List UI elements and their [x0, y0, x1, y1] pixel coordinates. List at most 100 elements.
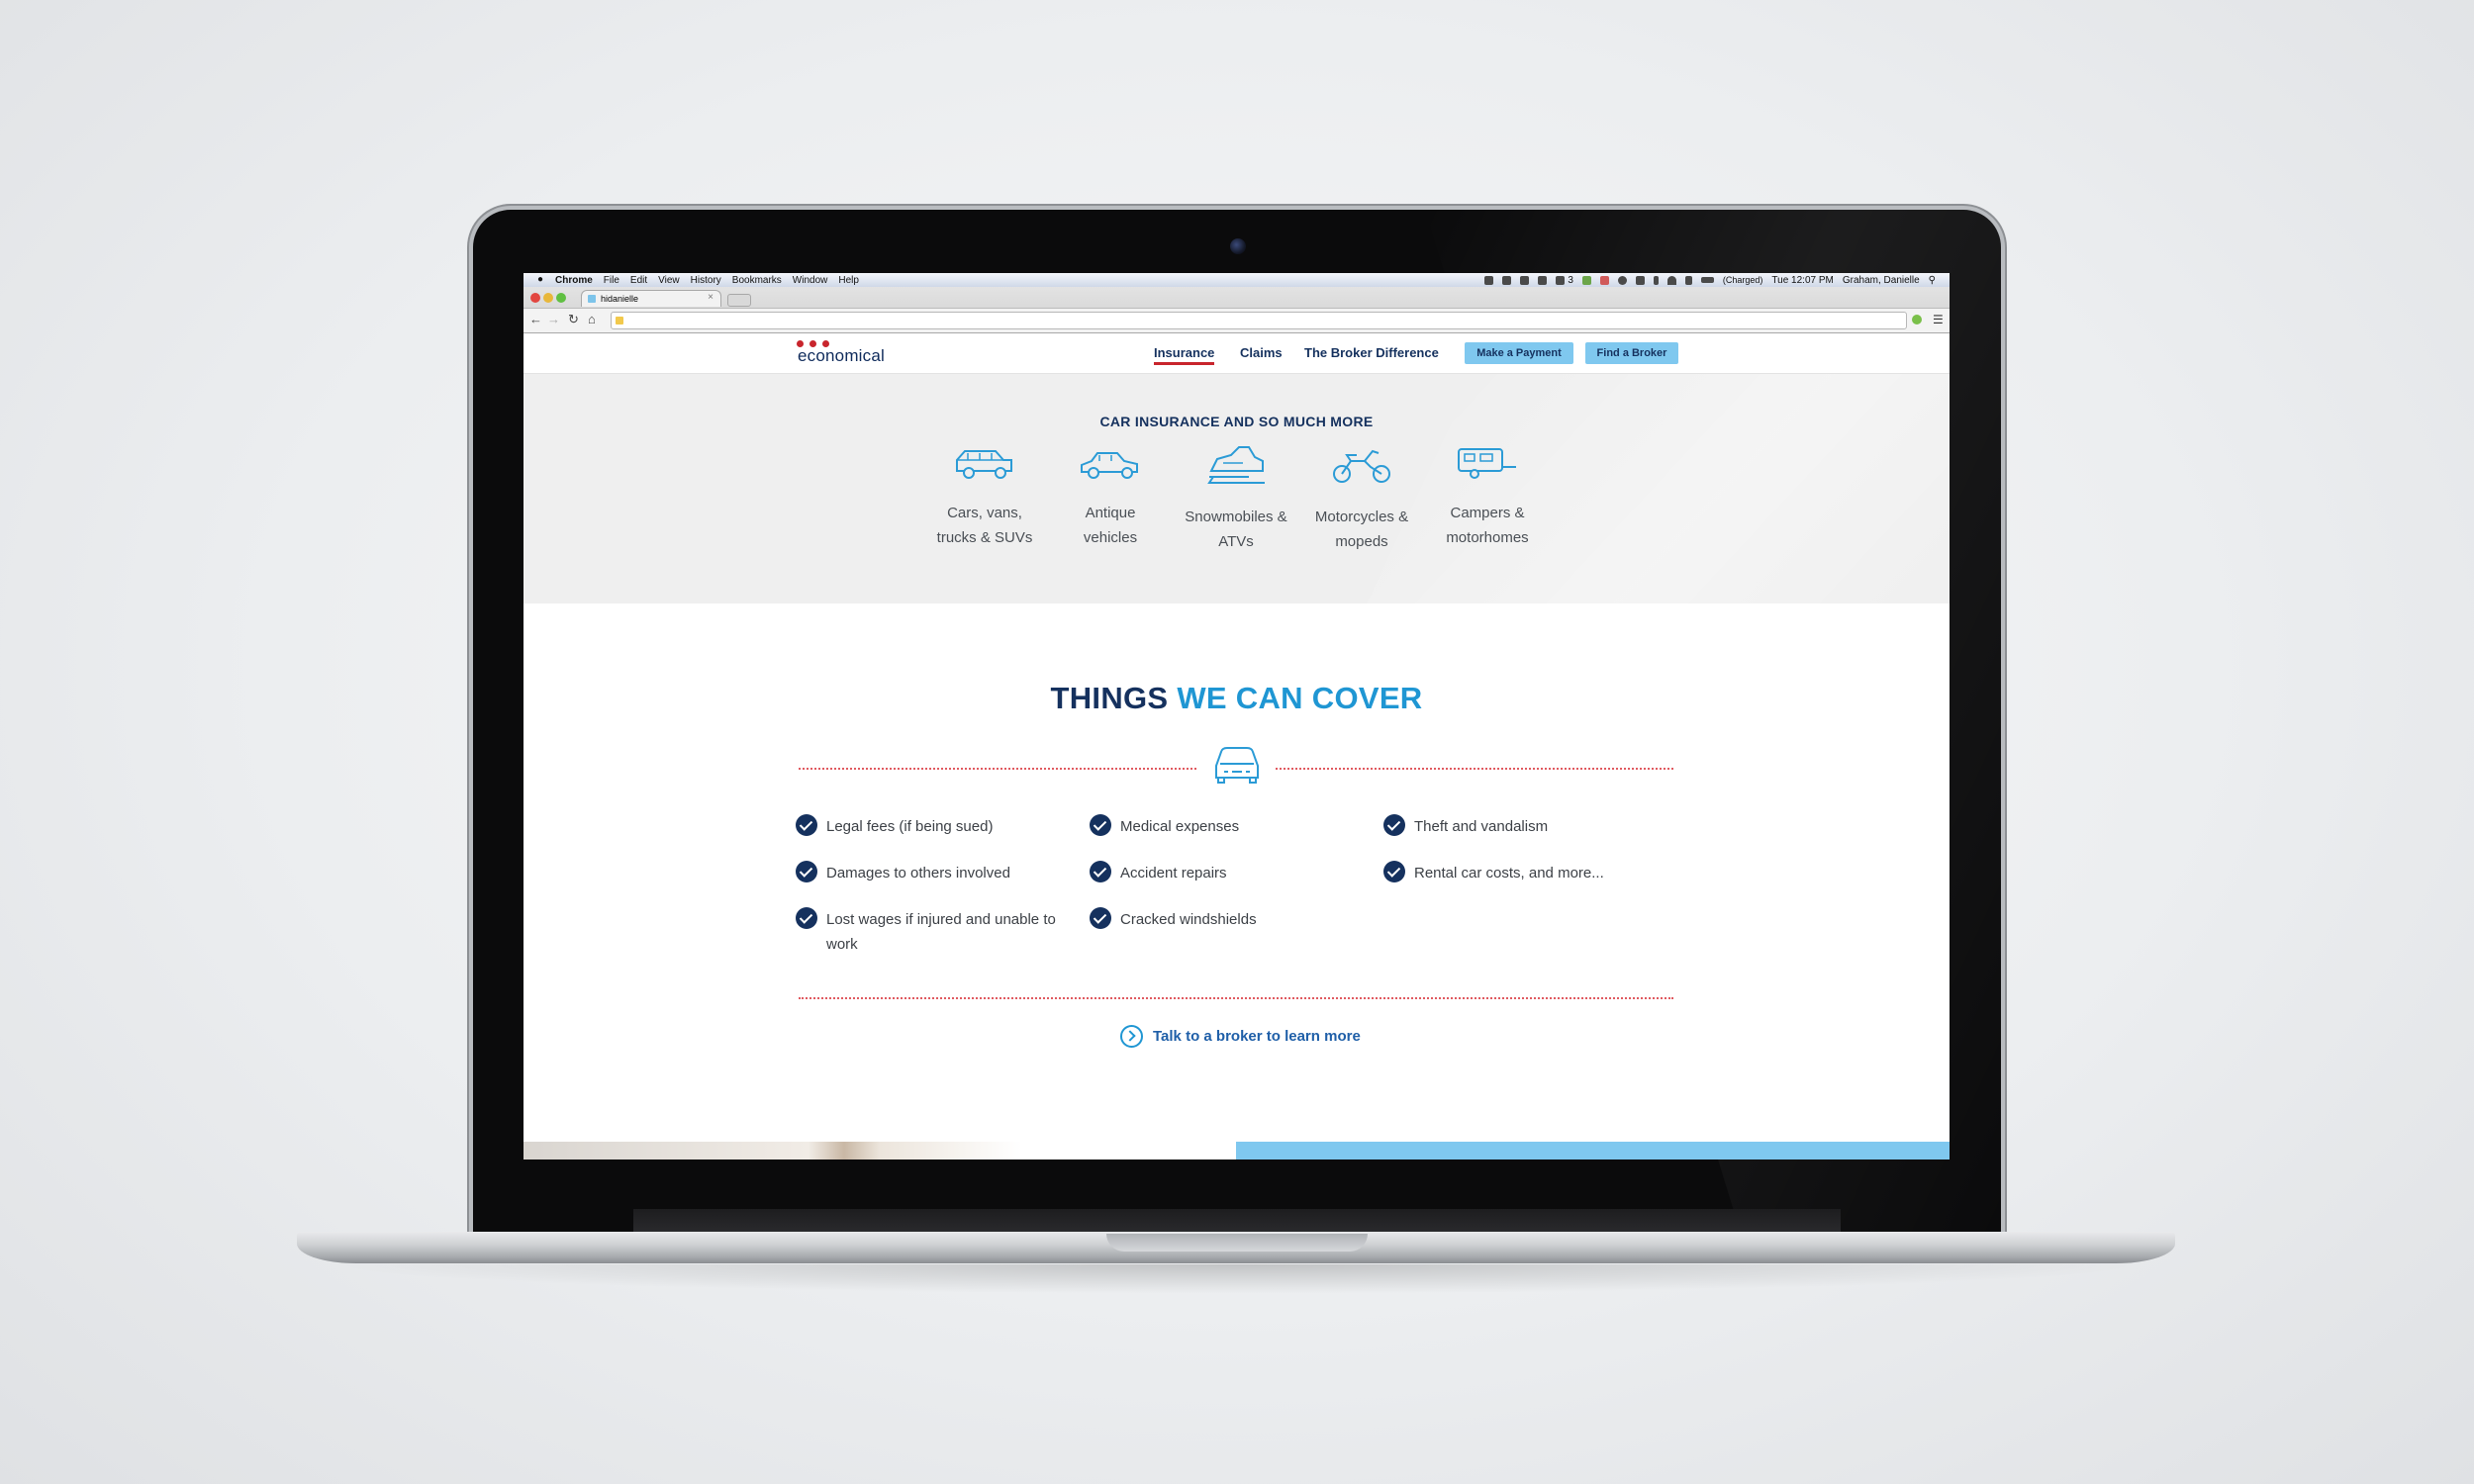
vehicle-label: Cars, vans, trucks & SUVs [936, 505, 1033, 546]
menu-help[interactable]: Help [838, 275, 859, 286]
divider [799, 997, 1673, 999]
divider [1276, 768, 1673, 770]
next-section-photo [523, 1142, 1236, 1159]
coverage-item: Cracked windshields [1090, 907, 1386, 932]
browser-menu-icon[interactable]: ☰ [1933, 313, 1944, 326]
site-header: economical Insurance Claims The Broker D… [523, 333, 1950, 374]
wifi-icon[interactable] [1666, 275, 1676, 285]
menu-view[interactable]: View [658, 275, 680, 286]
status-count: 3 [1568, 274, 1573, 286]
camper-icon [1458, 448, 1516, 479]
coverage-item: Theft and vandalism [1383, 814, 1680, 839]
apple-icon[interactable]: ● [537, 275, 547, 285]
browser-chrome: hidanielle × ← → ↻ ⌂ ☰ [523, 287, 1950, 333]
tab-title: hidanielle [601, 294, 639, 304]
vehicle-antique[interactable]: Antique vehicles [1051, 443, 1170, 550]
vehicle-label: Motorcycles & mopeds [1314, 509, 1409, 550]
vehicle-label: Campers & motorhomes [1446, 505, 1529, 546]
coverage-text: Legal fees (if being sued) [826, 818, 994, 835]
coverage-item: Medical expenses [1090, 814, 1386, 839]
vehicle-label: Snowmobiles & ATVs [1185, 509, 1287, 550]
nav-broker-difference[interactable]: The Broker Difference [1304, 345, 1439, 360]
car-front-icon [1215, 747, 1259, 784]
divider [799, 768, 1196, 770]
menubar-status-area: 3 (Charged) Tue 12:07 PM Graham, Daniell… [1484, 273, 1936, 287]
suv-icon [956, 450, 1012, 479]
minimize-window-icon[interactable] [543, 293, 553, 303]
talk-to-broker-link[interactable]: Talk to a broker to learn more [1120, 1025, 1361, 1048]
nav-claims[interactable]: Claims [1240, 345, 1283, 360]
maximize-window-icon[interactable] [556, 293, 566, 303]
status-icon[interactable] [1556, 275, 1566, 285]
address-bar[interactable] [611, 312, 1907, 329]
back-icon[interactable]: ← [529, 313, 542, 326]
vehicle-camper[interactable]: Campers & motorhomes [1428, 443, 1547, 550]
status-icon[interactable] [1484, 275, 1494, 285]
close-window-icon[interactable] [530, 293, 540, 303]
status-icon[interactable] [1520, 275, 1530, 285]
checkmark-icon [1383, 814, 1405, 836]
status-icon[interactable] [1581, 275, 1591, 285]
make-payment-button[interactable]: Make a Payment [1465, 342, 1573, 364]
vehicles-heading: CAR INSURANCE AND SO MUCH MORE [1099, 414, 1374, 429]
checkmark-icon [796, 814, 817, 836]
new-tab-button[interactable] [727, 294, 751, 307]
vehicles-section: CAR INSURANCE AND SO MUCH MORE Cars, van… [523, 374, 1950, 603]
coverage-item: Accident repairs [1090, 861, 1386, 885]
battery-status: (Charged) [1722, 275, 1763, 285]
coverage-text: Medical expenses [1120, 818, 1240, 835]
economical-logo[interactable]: economical [797, 340, 885, 366]
laptop-shadow [327, 1264, 2147, 1294]
page-icon [616, 317, 623, 325]
home-icon[interactable]: ⌂ [588, 313, 596, 326]
find-broker-button[interactable]: Find a Broker [1585, 342, 1678, 364]
chevron-right-circle-icon [1120, 1025, 1143, 1048]
menu-app-name[interactable]: Chrome [555, 275, 593, 286]
browser-tab[interactable]: hidanielle × [581, 290, 721, 307]
antique-car-icon [1081, 452, 1138, 479]
checkmark-icon [1383, 861, 1405, 882]
bluetooth-icon[interactable] [1653, 275, 1659, 285]
menu-window[interactable]: Window [793, 275, 828, 286]
coverage-item: Damages to others involved [796, 861, 1093, 885]
menu-file[interactable]: File [604, 275, 619, 286]
nav-insurance[interactable]: Insurance [1154, 345, 1215, 365]
battery-icon[interactable] [1700, 277, 1714, 283]
volume-icon[interactable] [1684, 275, 1692, 285]
laptop-screen: ● Chrome File Edit View History Bookmark… [523, 273, 1950, 1159]
display-icon[interactable] [1635, 275, 1645, 285]
time-machine-icon[interactable] [1617, 275, 1627, 285]
menu-edit[interactable]: Edit [630, 275, 647, 286]
spotlight-icon[interactable]: ⚲ [1929, 275, 1936, 286]
user-name[interactable]: Graham, Danielle [1843, 275, 1920, 286]
coverage-item: Rental car costs, and more... [1383, 861, 1680, 885]
vehicle-motorcycle[interactable]: Motorcycles & mopeds [1302, 443, 1421, 554]
checkmark-icon [1090, 814, 1111, 836]
motorcycle-icon [1333, 449, 1390, 483]
cover-heading-part1: THINGS [1050, 681, 1169, 715]
coverage-text: Damages to others involved [826, 865, 1010, 881]
menu-history[interactable]: History [691, 275, 721, 286]
forward-icon[interactable]: → [547, 313, 560, 326]
checkmark-icon [796, 907, 817, 929]
vehicle-label: Antique vehicles [1083, 505, 1138, 546]
checkmark-icon [1090, 861, 1111, 882]
talk-to-broker-text: Talk to a broker to learn more [1153, 1028, 1361, 1045]
status-icon[interactable] [1538, 275, 1548, 285]
webcam [1230, 238, 1246, 254]
extension-icon[interactable] [1912, 315, 1922, 325]
vehicle-suv[interactable]: Cars, vans, trucks & SUVs [925, 443, 1044, 550]
status-icon[interactable] [1599, 275, 1609, 285]
next-section-panel [1236, 1142, 1950, 1159]
coverage-text: Accident repairs [1120, 865, 1227, 881]
os-menubar: ● Chrome File Edit View History Bookmark… [523, 273, 1950, 287]
laptop-notch [1106, 1234, 1368, 1252]
close-tab-icon[interactable]: × [708, 292, 714, 303]
vehicle-snowmobile[interactable]: Snowmobiles & ATVs [1177, 443, 1295, 554]
reload-icon[interactable]: ↻ [568, 313, 579, 326]
clock[interactable]: Tue 12:07 PM [1771, 275, 1833, 286]
menu-bookmarks[interactable]: Bookmarks [732, 275, 782, 286]
logo-text: economical [798, 346, 885, 365]
status-icon[interactable] [1502, 275, 1512, 285]
favicon-icon [588, 295, 596, 303]
